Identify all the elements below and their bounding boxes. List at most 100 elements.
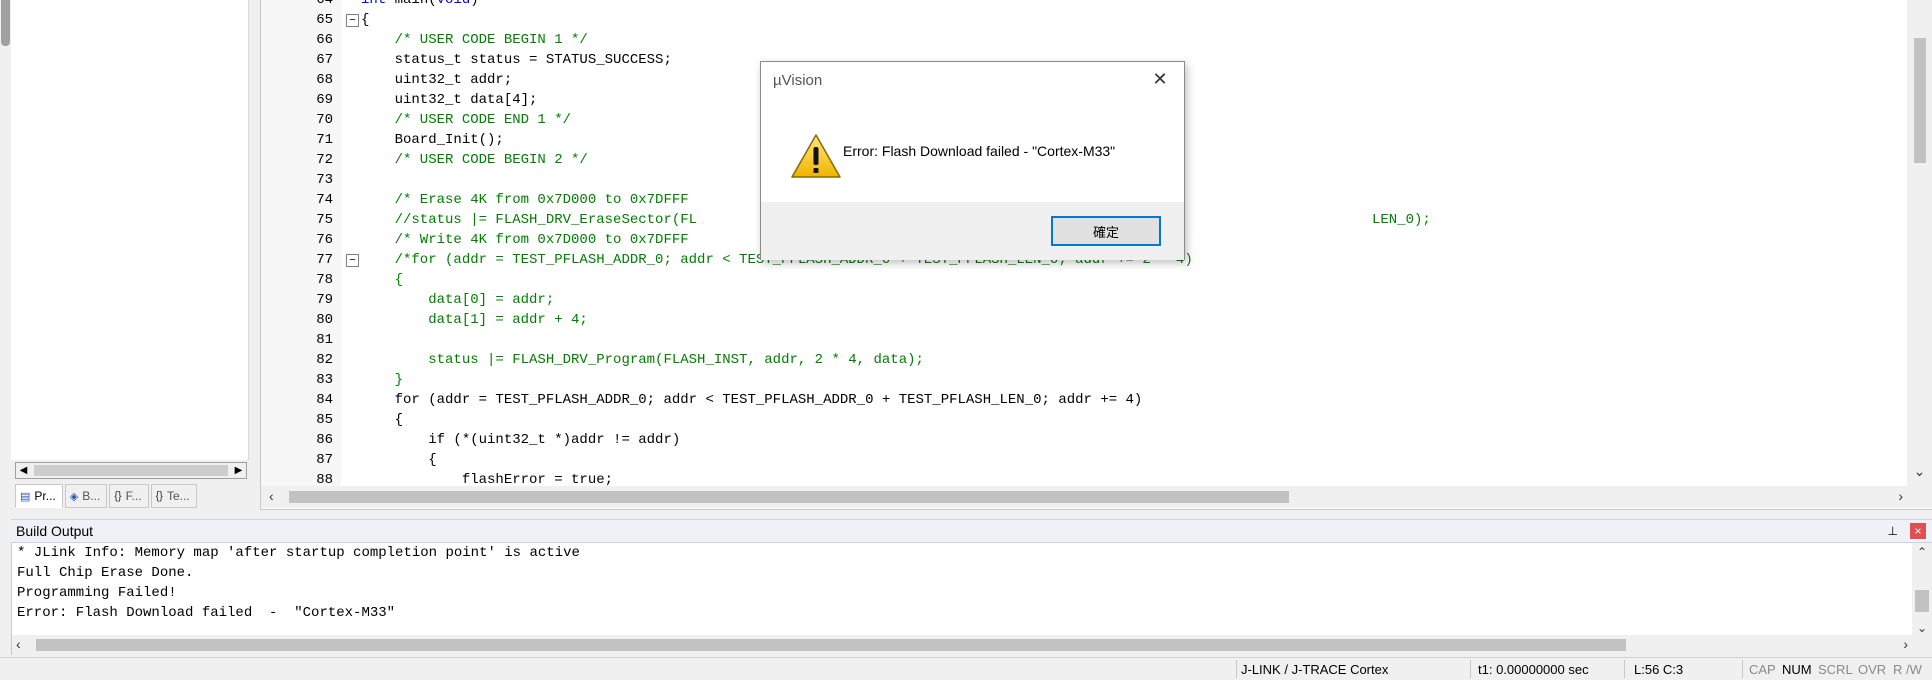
- close-icon[interactable]: ×: [1910, 523, 1926, 539]
- line-number-gutter: 64 65 66 67 68 69 70 71 72 73 74 75 76 77 78 79 80 81 82 83…: [261, 0, 341, 488]
- status-read-write: R /W: [1893, 662, 1922, 677]
- scroll-right-arrow-icon[interactable]: ›: [1898, 488, 1903, 504]
- project-tabs: ▤ Pr... ◈ B... {} F... {} Te...: [15, 484, 197, 510]
- line-number: 83: [316, 372, 333, 388]
- code-line[interactable]: status_t status = STATUS_SUCCESS;: [361, 50, 672, 70]
- close-icon[interactable]: ✕: [1150, 69, 1170, 89]
- books-icon: ◈: [69, 490, 79, 503]
- error-dialog: µVision ✕ Error: Flash Download failed -…: [760, 61, 1185, 260]
- pin-icon[interactable]: ⊥: [1888, 524, 1898, 538]
- line-number: 76: [316, 232, 333, 248]
- line-number: 75: [316, 212, 333, 228]
- status-separator: [1742, 660, 1743, 678]
- status-overwrite: OVR: [1858, 662, 1887, 677]
- build-output-panel[interactable]: * JLink Info: Memory map 'after startup …: [11, 543, 1932, 655]
- build-horizontal-scrollbar[interactable]: ‹ ›: [12, 635, 1932, 655]
- editor-vertical-scrollbar[interactable]: ⌄: [1907, 0, 1932, 486]
- code-line[interactable]: {: [361, 10, 369, 30]
- line-number: 69: [316, 92, 333, 108]
- code-line[interactable]: uint32_t data[4];: [361, 90, 538, 110]
- line-number: 64: [316, 0, 333, 8]
- status-separator: [1624, 660, 1625, 678]
- line-number: 79: [316, 292, 333, 308]
- tab-label: Te...: [166, 489, 190, 503]
- scroll-down-arrow-icon[interactable]: ⌄: [1907, 463, 1932, 480]
- build-output-header: Build Output ⊥ ×: [11, 519, 1932, 543]
- code-line[interactable]: {: [361, 270, 403, 290]
- scroll-down-arrow-icon[interactable]: ⌄: [1912, 621, 1932, 635]
- scroll-thumb[interactable]: [1, 0, 10, 46]
- project-horizontal-scrollbar[interactable]: ◀ ▶: [15, 462, 247, 479]
- status-cursor-position: L:56 C:3: [1634, 662, 1684, 677]
- code-line[interactable]: uint32_t addr;: [361, 70, 513, 90]
- line-number: 85: [316, 412, 333, 428]
- project-icon: ▤: [20, 490, 31, 503]
- code-line[interactable]: //status |= FLASH_DRV_EraseSector(FL: [361, 210, 697, 230]
- scroll-thumb[interactable]: [34, 465, 228, 476]
- dialog-message: Error: Flash Download failed - "Cortex-M…: [843, 143, 1116, 159]
- scroll-left-arrow-icon[interactable]: ◀: [16, 463, 31, 478]
- scroll-left-arrow-icon[interactable]: ‹: [16, 636, 21, 652]
- warning-icon: [791, 134, 841, 178]
- scroll-thumb[interactable]: [36, 639, 1626, 651]
- tab-label: Pr...: [34, 489, 56, 503]
- line-number: 84: [316, 392, 333, 408]
- build-output-line: Full Chip Erase Done.: [17, 565, 194, 581]
- code-line[interactable]: for (addr = TEST_PFLASH_ADDR_0; addr < T…: [361, 390, 1143, 410]
- status-separator: [1470, 660, 1471, 678]
- scroll-thumb[interactable]: [1915, 590, 1929, 612]
- build-output-line: * JLink Info: Memory map 'after startup …: [17, 545, 580, 561]
- code-line[interactable]: }: [361, 370, 403, 390]
- tab-templates[interactable]: {} Te...: [150, 484, 197, 508]
- line-number: 87: [316, 452, 333, 468]
- build-vertical-scrollbar[interactable]: ⌃ ⌄: [1912, 543, 1932, 635]
- line-number: 68: [316, 72, 333, 88]
- project-vertical-scrollbar[interactable]: [0, 0, 11, 460]
- code-line[interactable]: /* Erase 4K from 0x7D000 to 0x7DFFF: [361, 190, 689, 210]
- code-line[interactable]: int main(void): [361, 0, 479, 10]
- scroll-thumb[interactable]: [1914, 38, 1926, 163]
- dialog-title: µVision: [773, 72, 823, 89]
- code-line[interactable]: status |= FLASH_DRV_Program(FLASH_INST, …: [361, 350, 924, 370]
- project-tree[interactable]: [11, 0, 249, 460]
- editor-horizontal-scrollbar[interactable]: ‹ ›: [261, 486, 1932, 508]
- code-line[interactable]: Board_Init();: [361, 130, 504, 150]
- line-number: 73: [316, 172, 333, 188]
- code-line[interactable]: {: [361, 450, 436, 470]
- code-line[interactable]: data[0] = addr;: [361, 290, 554, 310]
- tab-functions[interactable]: {} F...: [109, 484, 149, 508]
- status-scroll: SCRL: [1818, 662, 1853, 677]
- line-number: 78: [316, 272, 333, 288]
- code-line[interactable]: /* USER CODE BEGIN 1 */: [361, 30, 588, 50]
- build-output-line: Programming Failed!: [17, 585, 177, 601]
- status-debugger: J-LINK / J-TRACE Cortex: [1241, 662, 1389, 677]
- code-line[interactable]: {: [361, 410, 403, 430]
- project-pane: ◀ ▶ ▤ Pr... ◈ B... {} F... {} Te...: [0, 0, 258, 510]
- scroll-thumb[interactable]: [289, 491, 1289, 503]
- line-number: 81: [316, 332, 333, 348]
- line-number: 74: [316, 192, 333, 208]
- status-caps: CAP: [1749, 662, 1776, 677]
- build-output-line: Error: Flash Download failed - "Cortex-M…: [17, 605, 396, 621]
- code-line[interactable]: /* Write 4K from 0x7D000 to 0x7DFFF: [361, 230, 689, 250]
- ok-button[interactable]: 確定: [1051, 216, 1161, 246]
- status-num: NUM: [1782, 662, 1812, 677]
- scroll-up-arrow-icon[interactable]: ⌃: [1912, 545, 1932, 559]
- code-line[interactable]: /* USER CODE END 1 */: [361, 110, 571, 130]
- line-number: 65: [316, 12, 333, 28]
- scroll-right-arrow-icon[interactable]: ▶: [231, 463, 246, 478]
- scroll-left-arrow-icon[interactable]: ‹: [269, 488, 274, 504]
- fold-toggle-icon[interactable]: −: [346, 254, 359, 267]
- code-line[interactable]: /* USER CODE BEGIN 2 */: [361, 150, 588, 170]
- code-line[interactable]: flashError = true;: [361, 470, 613, 486]
- scroll-right-arrow-icon[interactable]: ›: [1903, 636, 1908, 652]
- tab-label: B...: [82, 489, 101, 503]
- tab-books[interactable]: ◈ B...: [64, 484, 108, 508]
- line-number: 67: [316, 52, 333, 68]
- code-line[interactable]: if (*(uint32_t *)addr != addr): [361, 430, 680, 450]
- code-line-fragment[interactable]: LEN_0);: [1372, 210, 1431, 230]
- fold-toggle-icon[interactable]: −: [346, 14, 359, 27]
- code-line[interactable]: data[1] = addr + 4;: [361, 310, 588, 330]
- templates-icon: {}: [155, 490, 163, 502]
- tab-project[interactable]: ▤ Pr...: [15, 484, 63, 508]
